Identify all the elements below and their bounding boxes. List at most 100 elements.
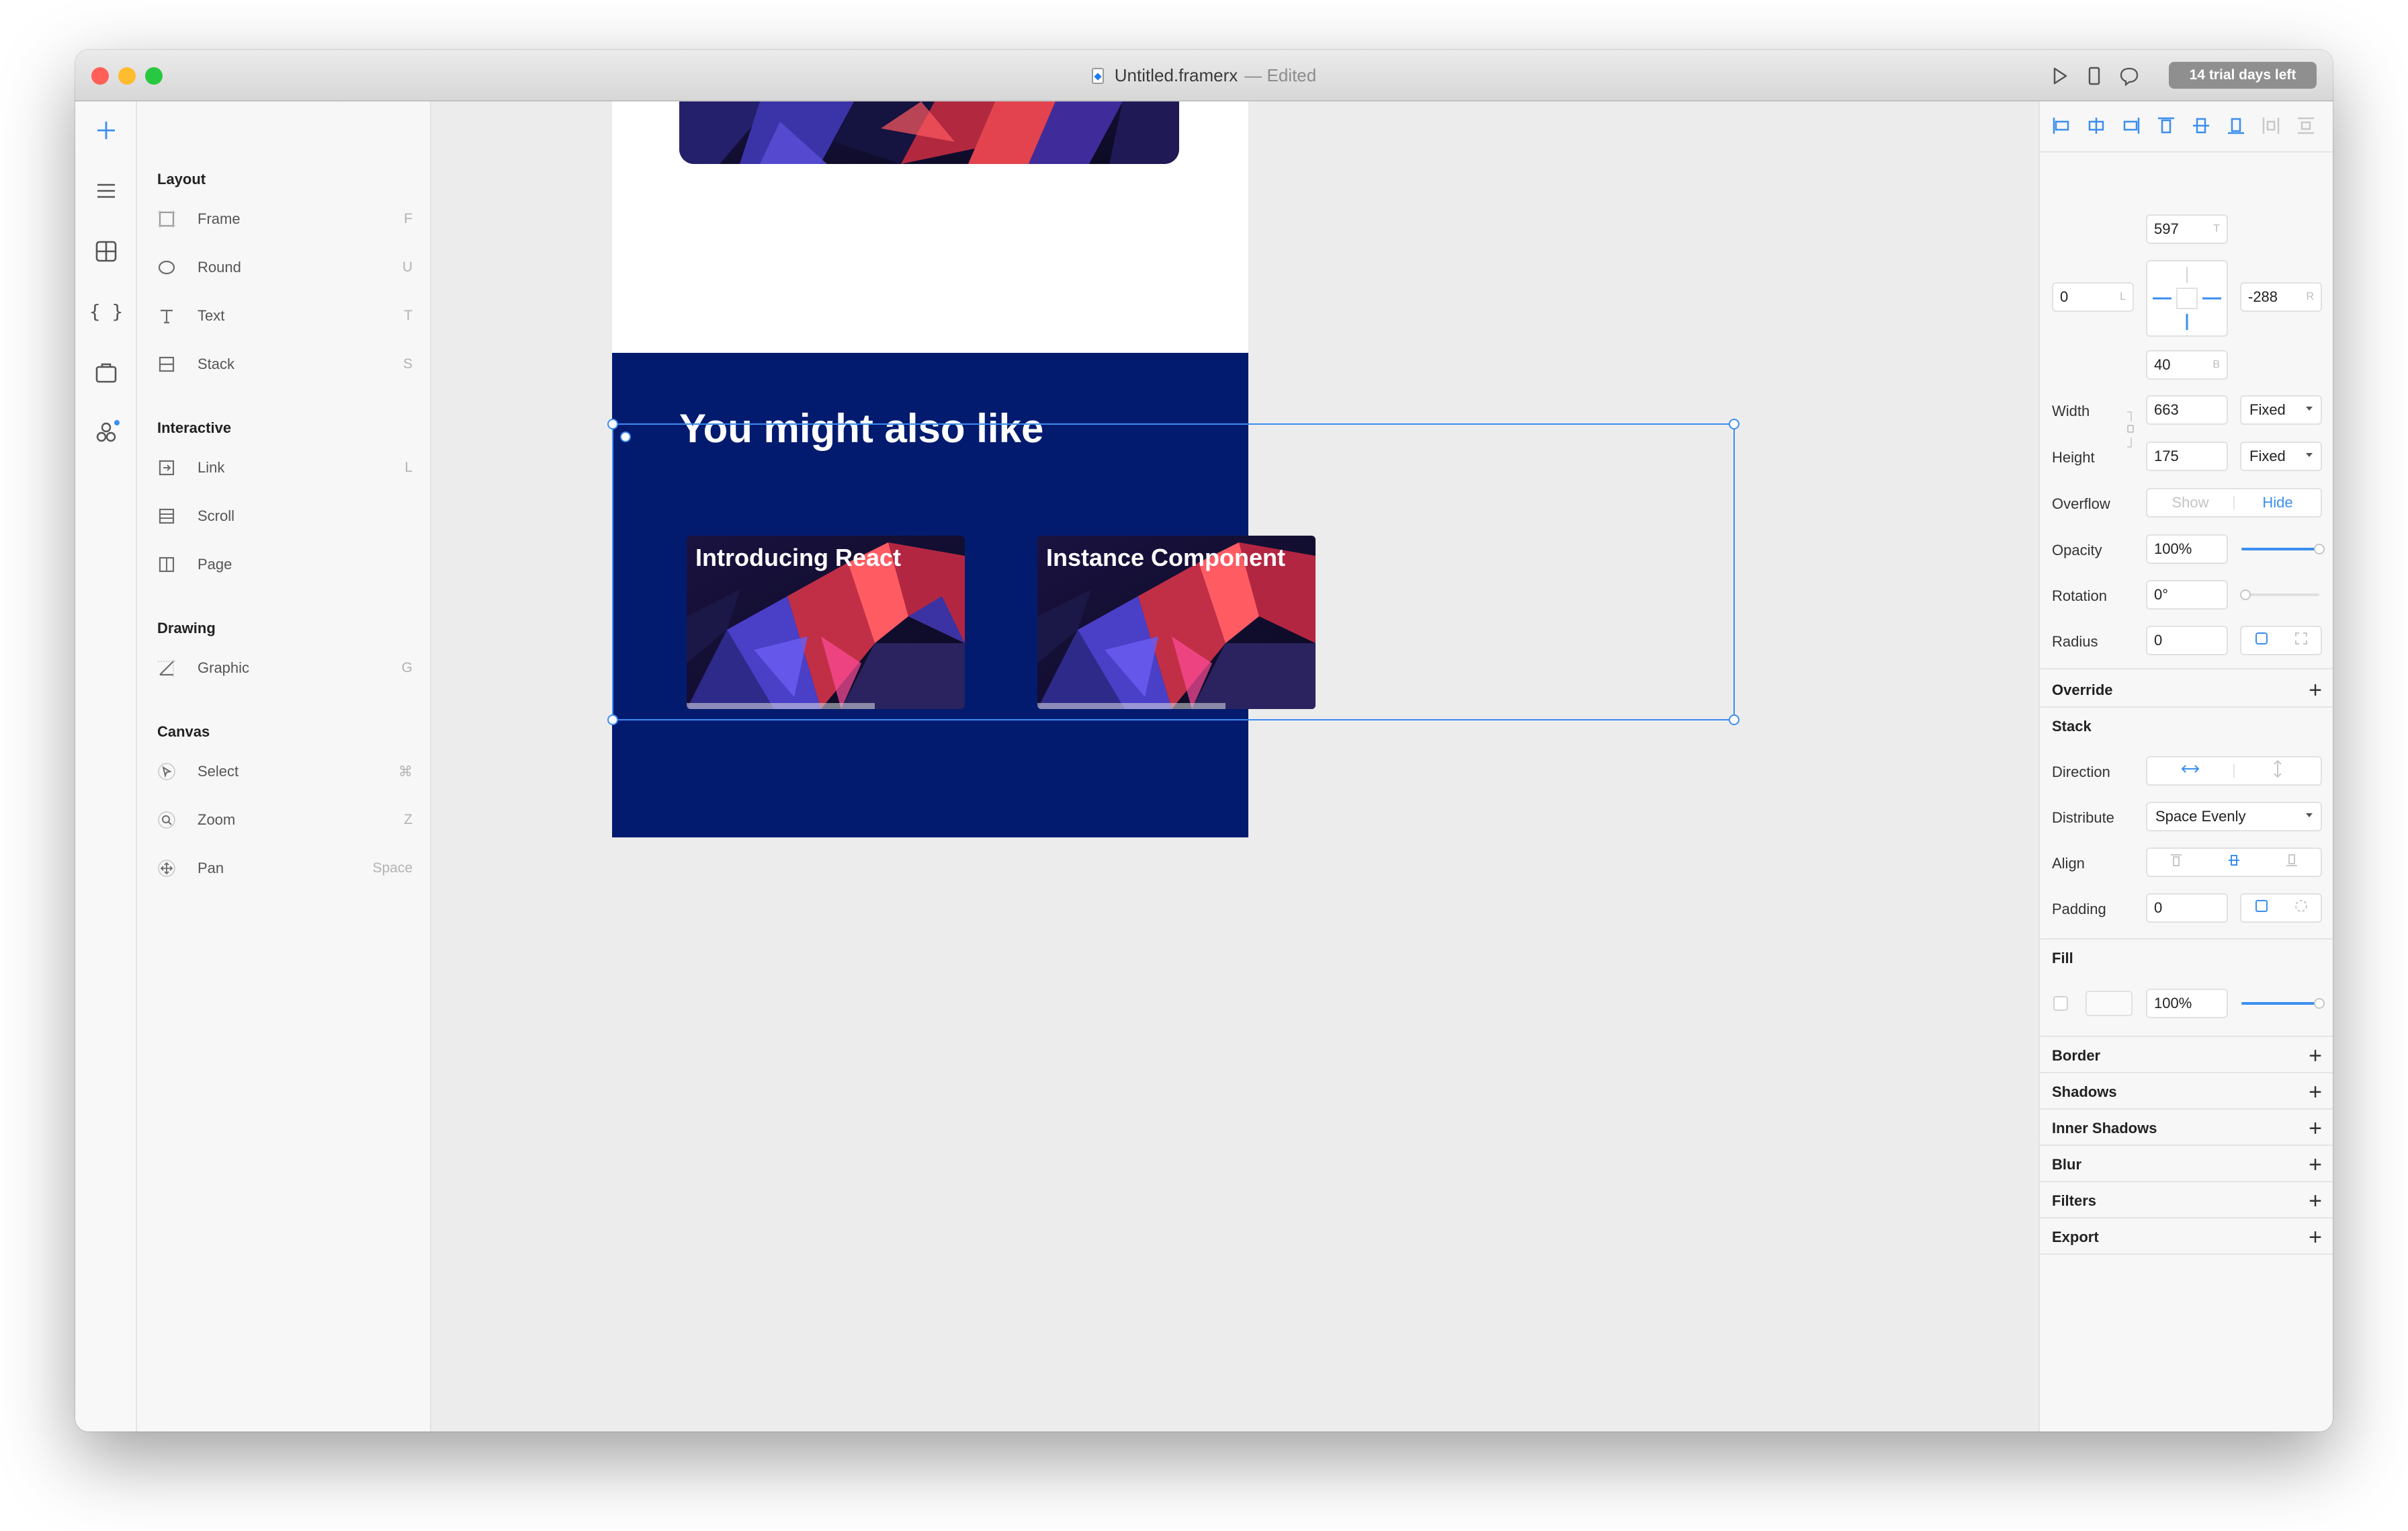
overflow-hide-option[interactable]: Hide (2235, 494, 2321, 511)
tool-shortcut: Z (404, 812, 413, 827)
width-mode-select[interactable]: Fixed (2240, 395, 2322, 425)
padding-mode-toggle[interactable] (2240, 893, 2322, 923)
tool-page[interactable]: Page (156, 551, 413, 578)
fill-opacity-input[interactable]: 100% (2146, 989, 2228, 1018)
divider (2040, 1036, 2333, 1037)
resize-handle-top-right[interactable] (1729, 419, 1739, 429)
overflow-toggle[interactable]: Show Hide (2146, 488, 2322, 518)
stack-section-title: Stack (2052, 714, 2322, 739)
border-row[interactable]: Border + (2052, 1041, 2322, 1071)
code-icon[interactable]: { } (89, 296, 124, 327)
fill-opacity-slider-knob[interactable] (2314, 998, 2325, 1009)
tool-link[interactable]: Link L (156, 454, 413, 481)
height-input[interactable]: 175 (2146, 442, 2228, 471)
opacity-slider-knob[interactable] (2314, 544, 2325, 554)
direction-vertical-icon[interactable] (2235, 759, 2321, 783)
resize-handle-bottom-left[interactable] (607, 714, 618, 725)
artboard-top[interactable] (612, 101, 1248, 353)
add-filter-icon[interactable]: + (2309, 1190, 2322, 1212)
add-override-icon[interactable]: + (2309, 679, 2322, 702)
fill-opacity-slider[interactable] (2241, 1002, 2319, 1005)
add-export-icon[interactable]: + (2309, 1226, 2322, 1249)
rotation-slider-knob[interactable] (2240, 589, 2251, 600)
align-right-icon[interactable] (2119, 114, 2143, 138)
device-icon[interactable] (2083, 65, 2106, 87)
stack-align-toggle[interactable] (2146, 847, 2322, 877)
fill-color-swatch[interactable] (2086, 991, 2133, 1016)
play-icon[interactable] (2048, 65, 2071, 87)
stack-align-bottom-icon[interactable] (2263, 852, 2321, 872)
tool-pan[interactable]: Pan Space (156, 855, 413, 882)
lock-ratio-icon[interactable] (2126, 409, 2135, 450)
tool-select[interactable]: Select ⌘ (156, 758, 413, 785)
inner-shadows-row[interactable]: Inner Shadows + (2052, 1114, 2322, 1143)
pin-top-field[interactable]: 597 T (2146, 214, 2228, 244)
padding-input[interactable]: 0 (2146, 893, 2228, 923)
hero-image[interactable] (679, 101, 1179, 164)
distribute-h-icon[interactable] (2259, 114, 2283, 138)
tool-frame[interactable]: Frame F (156, 206, 413, 233)
pin-right-field[interactable]: -288 R (2240, 282, 2322, 312)
padding-sides-icon[interactable] (2281, 898, 2321, 918)
pin-widget[interactable] (2146, 260, 2228, 337)
tool-scroll[interactable]: Scroll (156, 503, 413, 530)
design-canvas[interactable]: You might also like Introducing React In… (431, 101, 2038, 1432)
add-border-icon[interactable]: + (2309, 1044, 2322, 1067)
direction-toggle[interactable] (2146, 756, 2322, 786)
fill-checkbox[interactable] (2053, 996, 2068, 1011)
align-bottom-icon[interactable] (2224, 114, 2248, 138)
tool-text[interactable]: Text T (156, 302, 413, 329)
tool-stack[interactable]: Stack S (156, 351, 413, 378)
pin-bottom-field[interactable]: 40 B (2146, 350, 2228, 380)
radius-uniform-icon[interactable] (2241, 630, 2281, 651)
radius-corners-icon[interactable] (2281, 630, 2321, 651)
align-top-icon[interactable] (2154, 114, 2178, 138)
align-left-icon[interactable] (2049, 114, 2073, 138)
add-shadow-icon[interactable]: + (2309, 1081, 2322, 1104)
rotation-slider[interactable] (2241, 593, 2319, 596)
comment-icon[interactable] (2118, 65, 2141, 87)
add-blur-icon[interactable]: + (2309, 1153, 2322, 1176)
direction-horizontal-icon[interactable] (2147, 762, 2233, 780)
height-label: Height (2052, 449, 2095, 466)
add-inner-shadow-icon[interactable]: + (2309, 1117, 2322, 1140)
padding-uniform-icon[interactable] (2241, 898, 2281, 918)
radius-handle[interactable] (620, 431, 631, 442)
pin-left-field[interactable]: 0 L (2052, 282, 2134, 312)
selection-box[interactable] (607, 419, 1739, 725)
stack-align-top-icon[interactable] (2147, 852, 2205, 872)
width-mode-value: Fixed (2249, 401, 2286, 418)
filters-row[interactable]: Filters + (2052, 1186, 2322, 1216)
resize-handle-top-left[interactable] (607, 419, 618, 429)
trial-badge[interactable]: 14 trial days left (2169, 62, 2317, 89)
layers-icon[interactable] (91, 175, 122, 206)
override-row[interactable]: Override + (2052, 678, 2322, 702)
divider (2040, 151, 2333, 153)
opacity-input[interactable]: 100% (2146, 534, 2228, 564)
opacity-slider[interactable] (2241, 548, 2319, 550)
distribute-select[interactable]: Space Evenly (2146, 802, 2322, 831)
section-layout-title: Layout (157, 171, 206, 188)
tool-zoom[interactable]: Zoom Z (156, 806, 413, 833)
components-icon[interactable] (91, 236, 122, 267)
radius-mode-toggle[interactable] (2240, 626, 2322, 655)
align-center-v-icon[interactable] (2189, 114, 2213, 138)
insert-icon[interactable] (91, 115, 122, 146)
tool-graphic[interactable]: Graphic G (156, 655, 413, 681)
rotation-input[interactable]: 0° (2146, 580, 2228, 610)
shadows-row[interactable]: Shadows + (2052, 1077, 2322, 1107)
team-icon[interactable] (91, 417, 122, 448)
store-icon[interactable] (91, 357, 122, 388)
tool-round[interactable]: Round U (156, 254, 413, 281)
blur-row[interactable]: Blur + (2052, 1150, 2322, 1180)
distribute-v-icon[interactable] (2294, 114, 2318, 138)
export-row[interactable]: Export + (2052, 1223, 2322, 1252)
overflow-show-option[interactable]: Show (2147, 494, 2233, 511)
tool-label: Graphic (198, 659, 250, 676)
align-center-h-icon[interactable] (2084, 114, 2108, 138)
width-input[interactable]: 663 (2146, 395, 2228, 425)
resize-handle-bottom-right[interactable] (1729, 714, 1739, 725)
radius-input[interactable]: 0 (2146, 626, 2228, 655)
stack-align-center-icon[interactable] (2205, 852, 2263, 872)
height-mode-select[interactable]: Fixed (2240, 442, 2322, 471)
